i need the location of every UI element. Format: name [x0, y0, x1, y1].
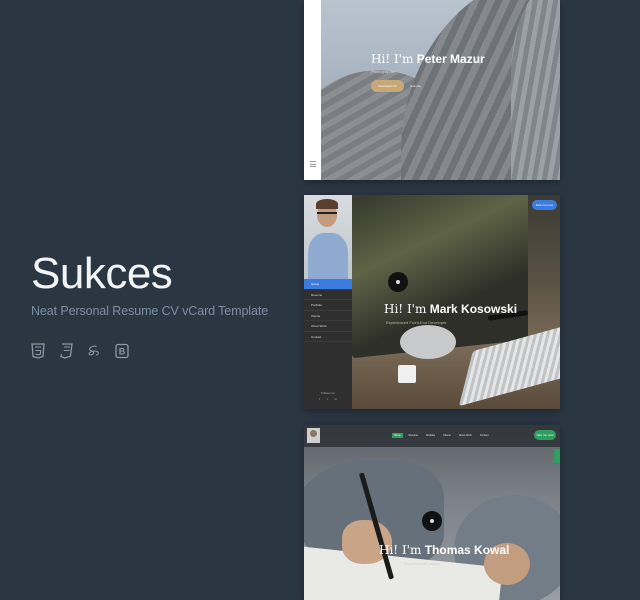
nav-item-contact[interactable]: Contact — [304, 332, 352, 342]
bootstrap-icon: B — [115, 342, 129, 360]
card1-hire-link[interactable]: Hire me — [410, 84, 421, 88]
card2-hire-button[interactable]: Hire me now — [532, 200, 557, 210]
card3-greeting: Hi! I'm — [379, 543, 422, 557]
preview-card-mark[interactable]: Home Resume Portfolio Clients About Work… — [304, 195, 560, 409]
nav-item-clients[interactable]: Clients — [441, 433, 453, 438]
nav-item-resume[interactable]: Resume — [407, 433, 420, 438]
card1-role: Photographer — [371, 69, 396, 74]
play-disc-icon[interactable] — [422, 511, 442, 531]
card1-hero-text: Hi! I'm Peter Mazur Photographer — [371, 52, 485, 74]
nav-item-contact[interactable]: Contact — [478, 433, 491, 438]
svg-text:B: B — [119, 347, 126, 357]
card3-hero-text: Hi! I'm Thomas Kowal — [379, 543, 509, 557]
nav-item-about-work[interactable]: About Work — [304, 321, 352, 332]
preview-card-thomas[interactable]: Home Resume Portfolio Clients About Work… — [304, 425, 560, 600]
card1-greeting: Hi! I'm — [371, 52, 414, 66]
card2-name: Mark Kosowski — [429, 302, 518, 316]
linkedin-icon[interactable]: in — [335, 397, 337, 401]
card1-hero-photo — [321, 0, 560, 180]
preview-card-peter[interactable]: Hi! I'm Peter Mazur Photographer Downloa… — [304, 0, 560, 180]
sass-icon — [87, 342, 101, 360]
nav-item-portfolio[interactable]: Portfolio — [424, 433, 437, 438]
social-icons: f t in — [319, 397, 337, 401]
nav-item-about-work[interactable]: About Work — [457, 433, 474, 438]
brand-subtitle: Neat Personal Resume CV vCard Template — [31, 304, 269, 318]
card2-hero-text: Hi! I'm Mark Kosowski — [384, 302, 517, 316]
card1-name: Peter Mazur — [416, 52, 485, 66]
card3-role: Experienced Lawyer — [404, 561, 441, 566]
card2-greeting: Hi! I'm — [384, 302, 427, 316]
card2-nav: Home Resume Portfolio Clients About Work… — [304, 279, 352, 342]
play-disc-icon[interactable] — [388, 272, 408, 292]
card3-name: Thomas Kowal — [424, 543, 510, 557]
card2-sidebar: Home Resume Portfolio Clients About Work… — [304, 195, 352, 409]
card3-topbar: Home Resume Portfolio Clients About Work… — [304, 425, 560, 447]
css3-icon — [59, 342, 73, 360]
nav-item-portfolio[interactable]: Portfolio — [304, 300, 352, 311]
nav-item-resume[interactable]: Resume — [304, 290, 352, 300]
nav-item-home[interactable]: Home — [304, 279, 352, 290]
card1-sidebar — [304, 0, 322, 180]
card2-role: Experienced Front-End Developer — [386, 320, 447, 325]
hamburger-menu-icon[interactable] — [310, 161, 316, 167]
nav-item-home[interactable]: Home — [392, 433, 403, 438]
card3-nav: Home Resume Portfolio Clients About Work… — [392, 433, 490, 438]
nav-item-clients[interactable]: Clients — [304, 311, 352, 321]
side-tab-handle[interactable] — [554, 449, 560, 463]
twitter-icon[interactable]: t — [327, 397, 328, 401]
avatar — [304, 195, 352, 279]
card1-download-cv-button[interactable]: Download CV — [371, 80, 404, 92]
avatar — [307, 428, 320, 443]
facebook-icon[interactable]: f — [319, 397, 320, 401]
card3-hire-button[interactable]: Hire me now — [534, 430, 556, 440]
brand-block: Sukces Neat Personal Resume CV vCard Tem… — [31, 249, 269, 319]
brand-title: Sukces — [31, 249, 173, 298]
follow-label: Follow me — [321, 391, 335, 395]
tech-icons: B — [31, 342, 129, 360]
html5-icon — [31, 342, 45, 360]
